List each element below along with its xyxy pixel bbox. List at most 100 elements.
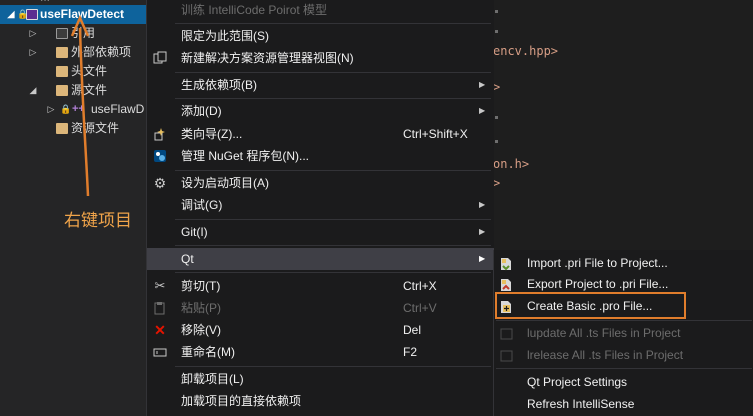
gear-icon: ⚙ — [153, 175, 167, 191]
chevron-right-icon: ▶ — [479, 227, 486, 236]
expand-arrow-icon[interactable]: ▷ — [46, 100, 56, 119]
project-name: useFlawDetect — [40, 7, 125, 21]
menu-item-shortcut: Del — [403, 323, 422, 337]
tree-item-label: 资源文件 — [71, 121, 120, 135]
expand-arrow-icon[interactable]: ▷ — [28, 43, 38, 62]
tree-item-label: 引用 — [71, 26, 96, 40]
menu-item-label: 移除(V) — [181, 323, 221, 337]
folder-icon — [56, 47, 68, 58]
menu-item-shortcut: F2 — [403, 345, 418, 359]
context-menu: 训练 IntelliCode Poirot 模型 限定为此范围(S) 新建解决方… — [146, 0, 494, 416]
indent-guide — [495, 116, 498, 119]
folder-icon — [56, 66, 68, 77]
close-icon: ✕ — [154, 322, 166, 338]
tree-row-project[interactable]: ◢ 🔒 useFlawDetect — [0, 5, 146, 24]
menu-separator — [175, 98, 491, 99]
code-line: > — [493, 80, 501, 94]
menu-item-manage-nuget[interactable]: 管理 NuGet 程序包(N)... — [147, 145, 494, 167]
qt-submenu: Import .pri File to Project... Export Pr… — [493, 250, 753, 416]
menu-separator — [175, 72, 491, 73]
menu-separator — [175, 219, 491, 220]
menu-separator — [175, 170, 491, 171]
chevron-right-icon: ▶ — [479, 80, 486, 89]
tree-item-label: 头文件 — [71, 64, 108, 78]
menu-item-label: Qt — [181, 252, 194, 266]
chevron-right-icon: ▶ — [479, 106, 486, 115]
class-wizard-icon — [153, 127, 167, 141]
chevron-right-icon: ▶ — [479, 200, 486, 209]
chevron-right-icon: ▶ — [479, 254, 486, 263]
submenu-item-label: Refresh IntelliSense — [527, 397, 635, 411]
menu-separator — [175, 272, 491, 273]
menu-item-unload-project[interactable]: 卸载项目(L) — [147, 368, 494, 390]
menu-item-class-wizard[interactable]: 类向导(Z)... Ctrl+Shift+X — [147, 123, 494, 145]
annotation-highlight-box — [495, 292, 686, 319]
menu-item-label: 粘贴(P) — [181, 301, 221, 315]
submenu-item-lupdate: lupdate All .ts Files in Project — [494, 322, 753, 344]
menu-separator — [496, 368, 752, 369]
expand-arrow-icon[interactable]: ▷ — [28, 24, 38, 43]
menu-item-label: 调试(G) — [181, 198, 223, 212]
collapse-arrow-icon[interactable]: ◢ — [6, 5, 16, 24]
submenu-item-label: lrelease All .ts Files in Project — [527, 348, 684, 362]
menu-item-shortcut: Ctrl+X — [403, 279, 437, 293]
menu-item-label: 设为启动项目(A) — [181, 176, 269, 190]
menu-item-debug[interactable]: 调试(G) ▶ — [147, 194, 494, 216]
submenu-item-label: Import .pri File to Project... — [527, 256, 668, 270]
lock-icon: 🔒 — [60, 104, 72, 114]
menu-item-label: 生成依赖项(B) — [181, 78, 257, 92]
menu-item-build-dependencies[interactable]: 生成依赖项(B) ▶ — [147, 74, 494, 96]
submenu-item-qt-project-settings[interactable]: Qt Project Settings — [494, 371, 753, 393]
new-view-icon — [153, 51, 167, 65]
submenu-item-label: Qt Project Settings — [527, 375, 628, 389]
references-icon — [56, 28, 68, 39]
paste-icon — [153, 301, 167, 315]
menu-item-qt[interactable]: Qt ▶ — [147, 248, 494, 270]
tree-item-label: 外部依赖项 — [71, 45, 132, 59]
lrelease-icon — [500, 348, 513, 362]
menu-item-label: 训练 IntelliCode Poirot 模型 — [181, 3, 328, 17]
menu-item-rename[interactable]: 重命名(M) F2 — [147, 341, 494, 363]
menu-item-label: 加载项目的直接依赖项 — [181, 394, 302, 408]
menu-item-label: Git(I) — [181, 225, 208, 239]
code-line: encv.hpp> — [493, 44, 559, 58]
menu-separator — [175, 23, 491, 24]
menu-item-new-explorer-view[interactable]: 新建解决方案资源管理器视图(N) — [147, 47, 494, 69]
tree-item-label: 源文件 — [71, 83, 108, 97]
menu-item-git[interactable]: Git(I) ▶ — [147, 221, 494, 243]
cpp-file-icon: ++ — [72, 103, 85, 115]
submenu-item-refresh-intellisense[interactable]: Refresh IntelliSense — [494, 393, 753, 415]
collapse-arrow-icon[interactable]: ◢ — [28, 81, 38, 100]
menu-item-add[interactable]: 添加(D) ▶ — [147, 100, 494, 122]
tree-item-label: useFlawD — [91, 102, 145, 116]
menu-item-cut[interactable]: ✂ 剪切(T) Ctrl+X — [147, 275, 494, 297]
menu-item-set-startup[interactable]: ⚙ 设为启动项目(A) — [147, 172, 494, 194]
code-line: > — [493, 176, 501, 190]
menu-item-label: 剪切(T) — [181, 279, 221, 293]
submenu-item-import-pri[interactable]: Import .pri File to Project... — [494, 252, 753, 274]
rename-icon — [153, 345, 167, 359]
folder-icon — [56, 123, 68, 134]
menu-item-label: 卸载项目(L) — [181, 372, 244, 386]
annotation-label: 右键项目 — [64, 211, 132, 231]
menu-item-label: 管理 NuGet 程序包(N)... — [181, 149, 310, 163]
export-file-icon — [500, 277, 513, 291]
project-icon — [26, 9, 38, 20]
menu-item-label: 新建解决方案资源管理器视图(N) — [181, 51, 354, 65]
menu-item-shortcut: Ctrl+Shift+X — [403, 127, 468, 141]
menu-item-scope-to-this[interactable]: 限定为此范围(S) — [147, 25, 494, 47]
lupdate-icon — [500, 326, 513, 340]
scissors-icon: ✂ — [154, 278, 166, 293]
code-line: on.h> — [493, 157, 530, 171]
menu-item-shortcut: Ctrl+V — [403, 301, 437, 315]
menu-separator — [175, 366, 491, 367]
submenu-item-lrelease: lrelease All .ts Files in Project — [494, 344, 753, 366]
menu-item-load-direct-deps[interactable]: 加载项目的直接依赖项 — [147, 390, 494, 412]
submenu-item-label: lupdate All .ts Files in Project — [527, 326, 681, 340]
nuget-icon — [153, 149, 167, 163]
menu-item-paste: 粘贴(P) Ctrl+V — [147, 297, 494, 319]
menu-item-remove[interactable]: ✕ 移除(V) Del — [147, 319, 494, 341]
menu-item-label: 限定为此范围(S) — [181, 29, 269, 43]
code-editor[interactable]: encv.hpp> > on.h> > — [493, 0, 753, 250]
indent-guide — [495, 30, 498, 33]
